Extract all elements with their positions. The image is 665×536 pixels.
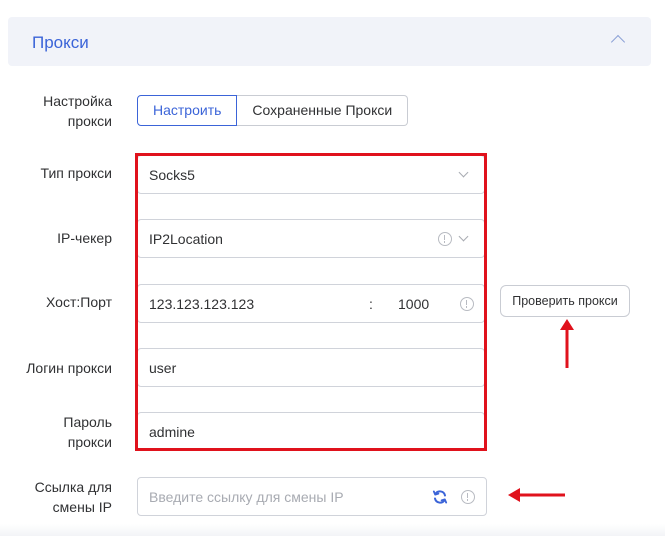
- host-port-field: 123.123.123.123 : 1000: [137, 284, 485, 323]
- login-input[interactable]: user: [137, 348, 485, 387]
- tab-saved-proxies[interactable]: Сохраненные Прокси: [237, 95, 409, 126]
- login-label: Логин прокси: [26, 360, 112, 376]
- info-icon[interactable]: [438, 232, 452, 246]
- proxy-type-select[interactable]: Socks5: [137, 155, 485, 194]
- host-port-separator: :: [369, 296, 373, 312]
- login-value: user: [149, 360, 177, 376]
- ip-checker-value: IP2Location: [149, 231, 223, 247]
- panel-title: Прокси: [32, 33, 89, 52]
- setup-tabs: Настроить Сохраненные Прокси: [137, 95, 409, 126]
- check-proxy-button[interactable]: Проверить прокси: [500, 285, 630, 317]
- proxy-panel-header[interactable]: Прокси: [8, 17, 651, 66]
- host-port-label: Хост:Порт: [45, 294, 112, 310]
- chevron-up-icon[interactable]: [610, 34, 626, 50]
- refresh-icon[interactable]: [432, 489, 448, 505]
- proxy-type-value: Socks5: [149, 167, 195, 183]
- change-ip-placeholder: Введите ссылку для смены IP: [149, 489, 344, 505]
- change-ip-label: Ссылка для смены IP: [34, 479, 112, 515]
- ip-checker-select[interactable]: IP2Location: [137, 219, 485, 258]
- info-icon[interactable]: [460, 297, 474, 311]
- host-input[interactable]: 123.123.123.123: [149, 295, 254, 313]
- password-input[interactable]: admine: [137, 412, 485, 451]
- bottom-fade: [0, 524, 665, 536]
- info-icon[interactable]: [461, 490, 475, 504]
- red-arrow-up-icon: [560, 319, 574, 368]
- chevron-down-icon[interactable]: [458, 167, 469, 178]
- change-ip-input[interactable]: Введите ссылку для смены IP: [137, 477, 487, 516]
- password-value: admine: [149, 424, 195, 440]
- tab-configure[interactable]: Настроить: [137, 95, 238, 126]
- red-arrow-left-icon: [508, 488, 565, 502]
- proxy-type-label: Тип прокси: [40, 165, 112, 181]
- ip-checker-label: IP-чекер: [57, 230, 112, 246]
- port-input[interactable]: 1000: [398, 295, 429, 313]
- chevron-down-icon[interactable]: [458, 231, 469, 242]
- setup-label: Настройка прокси: [43, 93, 112, 129]
- password-label: Пароль прокси: [63, 414, 112, 450]
